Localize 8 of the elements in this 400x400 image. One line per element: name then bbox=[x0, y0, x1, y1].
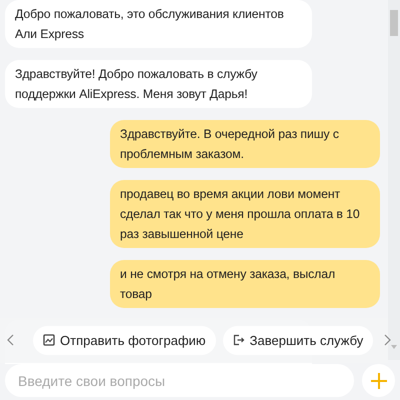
message-bubble: продавец во время акции лови момент сделал так что у меня прошла оплата в 10 раз завышенной цене bbox=[110, 180, 380, 248]
message-input[interactable]: Введите свои вопросы bbox=[5, 364, 354, 397]
message-bubble: Добро пожаловать, это обслуживания клиентов Али Express bbox=[5, 0, 312, 48]
quick-action-button[interactable]: Завершить службу bbox=[222, 326, 374, 354]
quick-action-button[interactable]: Отправить фотографию bbox=[33, 326, 216, 354]
message-bubble: Здравствуйте! Добро пожаловать в службу поддержки AliExpress. Меня зовут Дарья! bbox=[5, 60, 312, 108]
message-bubble: и не смотря на отмену заказа, выслал товар bbox=[110, 260, 380, 308]
message-bubble: Здравствуйте. В очередной раз пишу с проблемным заказом. bbox=[110, 120, 380, 168]
